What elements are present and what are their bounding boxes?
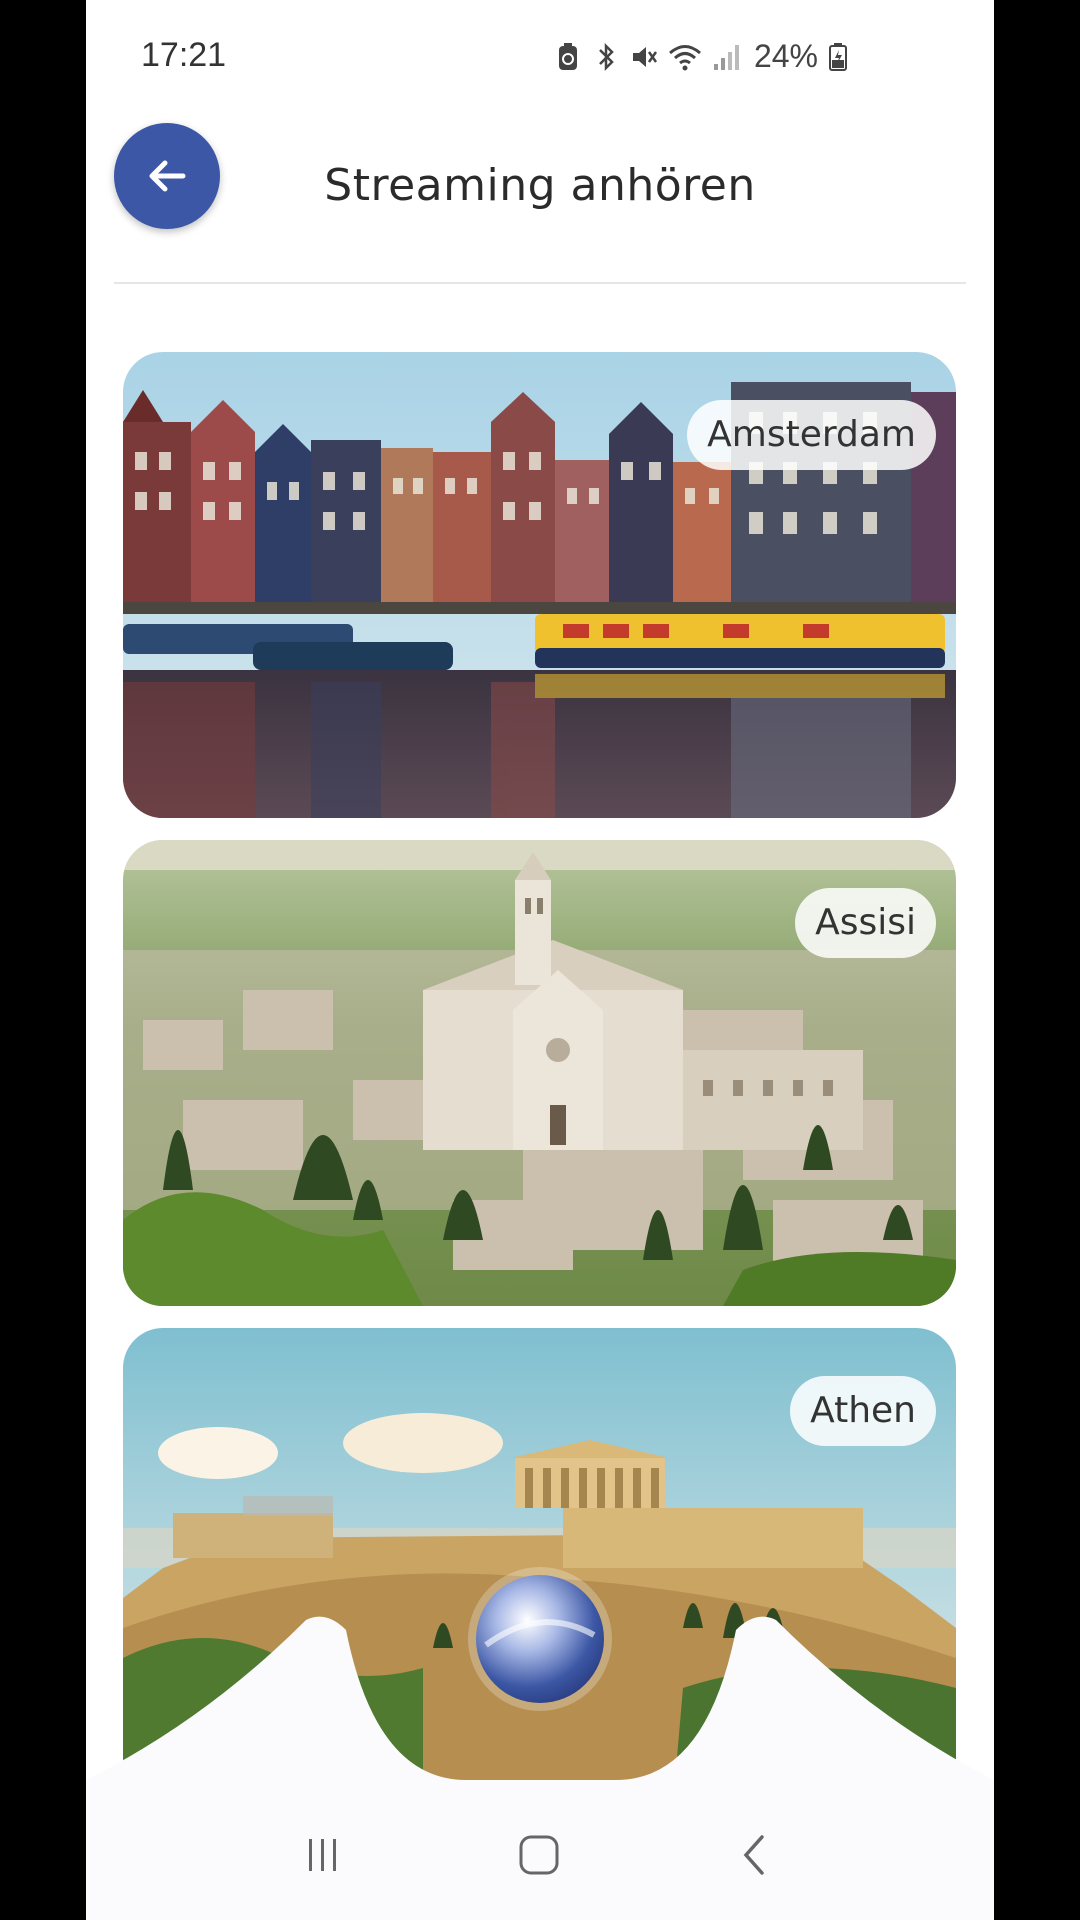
status-time: 17:21	[141, 36, 227, 74]
battery-icon	[829, 42, 847, 71]
header-divider	[114, 282, 966, 284]
bluetooth-icon	[599, 42, 614, 71]
signal-icon	[713, 44, 739, 70]
app-screen: 17:21 24% Streaming anhören Amsterdam As…	[86, 0, 994, 1920]
city-label-amsterdam: Amsterdam	[687, 400, 936, 470]
wifi-icon	[668, 44, 701, 70]
page-title: Streaming anhören	[324, 160, 756, 211]
city-label-athen: Athen	[790, 1376, 936, 1446]
back-nav-icon	[743, 1835, 764, 1875]
system-nav-bar	[86, 1790, 994, 1920]
mute-icon	[632, 46, 657, 67]
recent-apps-icon	[309, 1839, 336, 1871]
status-icons: 24%	[554, 38, 848, 75]
home-icon	[519, 1835, 559, 1875]
home-button[interactable]	[494, 1820, 584, 1890]
city-card-amsterdam[interactable]: Amsterdam	[123, 352, 956, 818]
battery-percent: 24%	[753, 38, 818, 74]
status-bar: 17:21 24%	[86, 0, 994, 110]
recent-apps-button[interactable]	[278, 1820, 368, 1890]
city-card-assisi[interactable]: Assisi	[123, 840, 956, 1306]
city-label-assisi: Assisi	[795, 888, 936, 958]
assistant-orb-button[interactable]	[466, 1565, 614, 1713]
back-nav-button[interactable]	[710, 1820, 800, 1890]
battery-saver-icon	[558, 42, 577, 70]
